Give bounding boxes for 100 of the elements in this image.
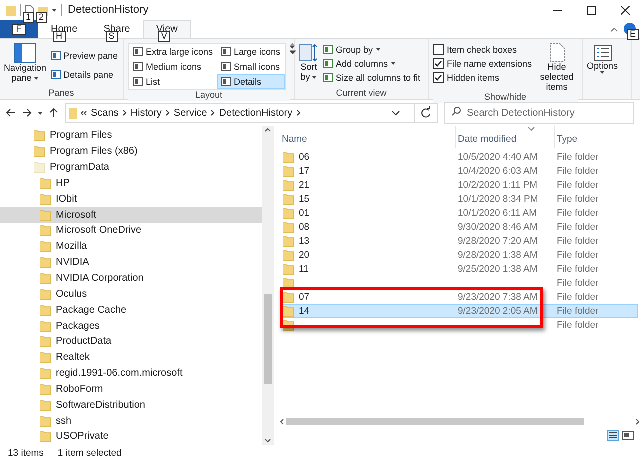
tree-item[interactable]: Package Cache [0,302,262,318]
tree-item[interactable]: Packages [0,318,262,334]
scroll-up-icon[interactable] [265,128,271,132]
column-header[interactable]: Date modified [455,126,554,148]
tree-item[interactable]: USOPrivate [0,429,262,445]
search-field[interactable]: Search DetectionHistory [444,102,634,124]
hide-selected-button[interactable]: Hide selected items [536,41,578,92]
breadcrumb[interactable]: Service [174,108,208,118]
up-icon[interactable] [49,108,59,118]
tree-item[interactable]: Mozilla [0,238,262,255]
column-header[interactable]: Name [280,126,455,148]
folder-icon [40,384,51,395]
breadcrumb[interactable]: History [130,108,162,118]
tree-item[interactable]: ssh [0,413,262,430]
scroll-down-icon[interactable] [265,439,271,443]
layout-option[interactable]: Medium icons [129,59,218,74]
tree-item[interactable]: Microsoft [0,207,262,224]
file-row[interactable]: 11 9/25/2020 1:38 AM File folder [280,262,638,276]
forward-icon[interactable] [22,108,32,118]
tree-item[interactable]: Realtek [0,350,262,366]
tree-item[interactable]: RoboForm [0,382,262,398]
date-cell-text: 9/28/2020 1:38 AM [457,250,539,260]
tree-item[interactable]: NVIDIA [0,254,262,271]
file-name: 01 [299,208,310,218]
file-row[interactable]: 06 10/5/2020 4:40 AM File folder [280,150,638,164]
breadcrumb[interactable]: DetectionHistory [219,108,293,118]
scrollbar[interactable] [262,126,274,445]
tree-item[interactable]: Microsoft OneDrive [0,223,262,239]
file-name: 06 [299,152,310,162]
thumbnail-view-icon[interactable] [622,430,634,441]
folder-icon [40,273,51,284]
sort-button[interactable]: Sort by [299,41,319,82]
pane-option[interactable]: Details pane [50,68,118,81]
tree-item[interactable]: Program Files (x86) [0,144,262,160]
folder-icon [40,320,51,332]
file-row[interactable]: 17 10/4/2020 6:03 AM File folder [280,164,638,178]
file-row[interactable]: 08 9/30/2020 8:46 AM File folder [280,220,638,234]
tree-item[interactable]: SoftwareDistribution [0,397,262,414]
dropdown-icon[interactable] [392,110,400,116]
tree-item[interactable]: HP [0,176,262,192]
layout-option[interactable]: Extra large icons [129,44,218,59]
view-option[interactable]: Add columns [323,57,421,70]
view-option[interactable]: Size all columns to fit [323,71,421,84]
layout-option[interactable]: Details [217,74,285,89]
file-row[interactable]: 13 9/28/2020 7:20 AM File folder [280,234,638,248]
column-header[interactable]: Type [554,126,640,148]
collapse-icon[interactable] [611,28,618,32]
type-cell-text: File folder [556,236,600,246]
file-name: 21 [299,180,310,190]
scrollbar-thumb[interactable] [264,294,272,384]
date-cell-text: 10/1/2020 8:34 PM [457,194,540,204]
file-row[interactable]: File folder [280,276,638,290]
navigation-pane-button[interactable]: Navigation pane [4,41,47,83]
view-option[interactable]: Group by [323,43,421,56]
options-button[interactable]: Options [587,41,618,74]
key-tip: 1 [23,12,34,22]
details-view-icon[interactable] [607,430,619,441]
type-cell-text: File folder [556,292,600,302]
scroll-left-icon[interactable] [280,418,284,424]
file-name: 14 [299,306,310,316]
checkbox[interactable] [433,58,444,69]
hidden-folder-icon [34,162,45,174]
file-row[interactable]: 20 9/28/2020 1:38 AM File folder [280,248,638,262]
layout-option[interactable]: Large icons [217,44,285,59]
layout-option[interactable]: Small icons [217,59,285,74]
checkbox[interactable] [433,72,444,83]
back-icon[interactable] [6,108,16,118]
layout-option[interactable]: List [129,74,218,89]
address-bar[interactable]: Scans History Service DetectionHistory [65,103,438,123]
folder-icon [34,146,45,158]
pane-option[interactable]: Preview pane [50,49,118,62]
file-tab[interactable]: F [0,20,38,38]
folder-icon [34,130,45,142]
file-row[interactable]: 15 10/1/2020 8:34 PM File folder [280,192,638,206]
file-row[interactable]: 01 10/1/2020 6:11 AM File folder [280,206,638,220]
key-tip: H [53,31,66,42]
tree-item[interactable]: Oculus [0,286,262,302]
tree-item[interactable]: Program Files [0,128,262,144]
checkbox-option[interactable]: File name extensions [433,57,532,70]
tree-item[interactable]: regid.1991-06.com.microsoft [0,366,262,382]
column-icon [323,73,333,82]
tree-item[interactable]: ProgramData [0,160,262,176]
scroll-right-icon[interactable] [636,418,640,424]
file-row[interactable]: 21 10/2/2020 1:11 PM File folder [280,178,638,192]
checkbox-option[interactable]: Item check boxes [433,43,532,56]
scroll-down-icon[interactable] [290,46,296,49]
folder-icon [40,336,51,348]
breadcrumb[interactable]: Scans [91,108,119,118]
file-name: 11 [299,264,309,274]
expand-icon[interactable] [290,49,296,54]
tree-item[interactable]: ProductData [0,334,262,350]
checkbox-option[interactable]: Hidden items [433,71,532,84]
tree-item[interactable]: NVIDIA Corporation [0,270,262,286]
tree-item[interactable]: IObit [0,191,262,208]
scrollbar[interactable] [280,417,640,426]
checkbox[interactable] [433,44,444,55]
scrollbar-thumb[interactable] [286,418,584,425]
folder-icon [283,236,294,246]
folder-icon [40,257,51,268]
folder-icon [40,194,51,205]
